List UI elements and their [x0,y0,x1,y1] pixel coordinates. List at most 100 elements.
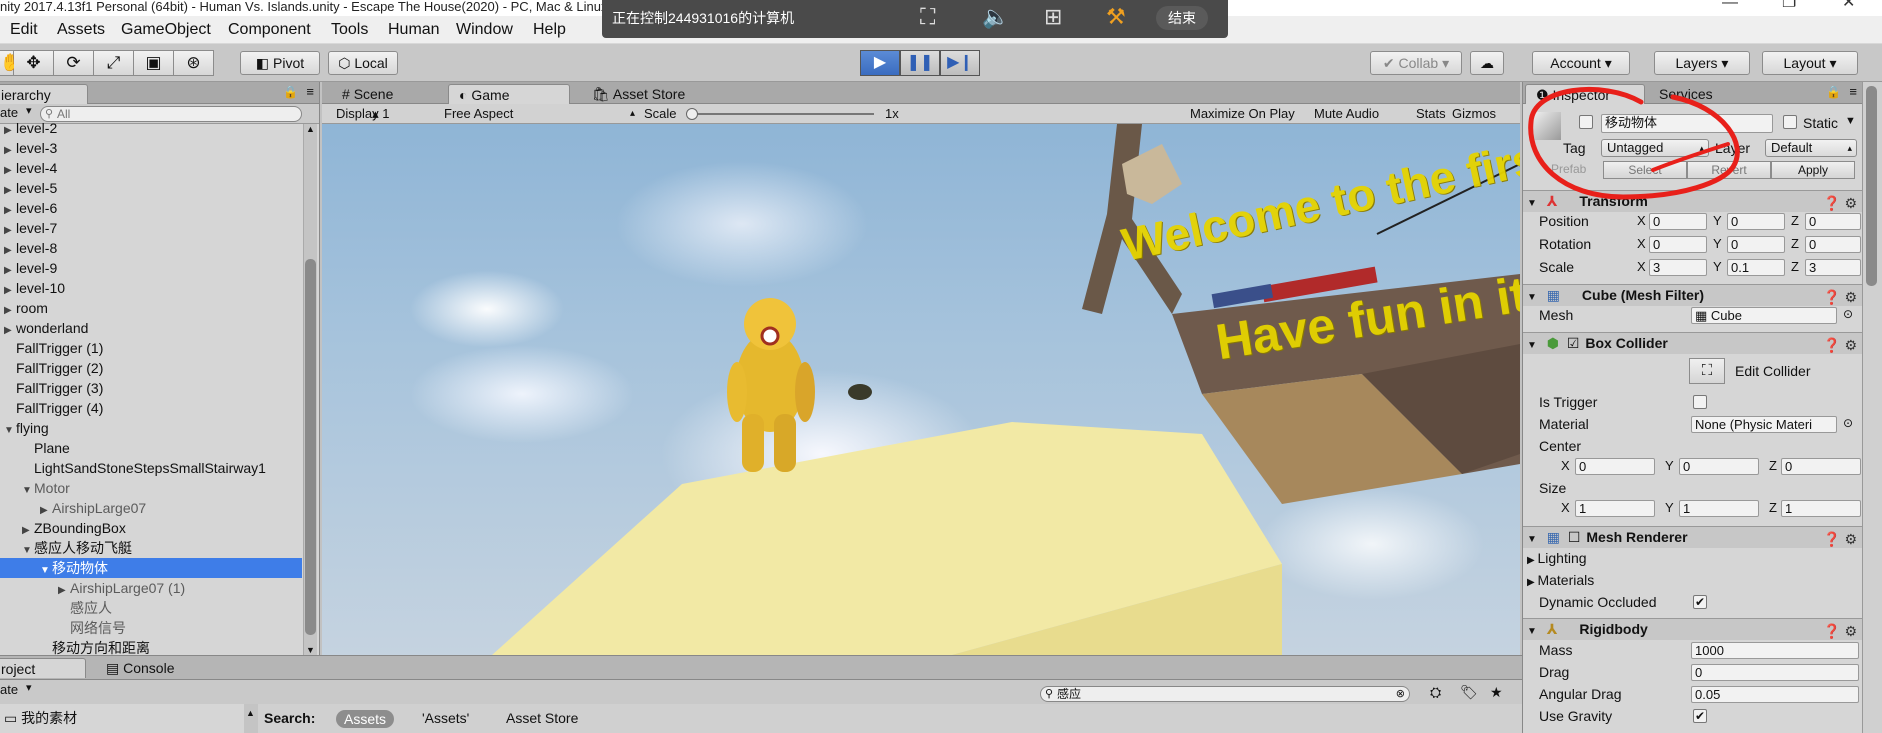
menu-gameobject[interactable]: GameObject [121,21,211,39]
layout-dropdown[interactable]: Layout ▾ [1762,51,1858,75]
position-z-field[interactable]: 0 [1805,213,1861,230]
rect-tool-icon[interactable]: ▣ [134,50,174,76]
transform-settings-icon[interactable]: ❓ ⚙ [1823,193,1857,214]
menu-edit[interactable]: Edit [10,21,38,39]
hierarchy-scrollbar[interactable]: ▲ ▼ [303,124,317,655]
mesh-field[interactable]: ▦ Cube [1691,307,1837,324]
mesh-filter-header[interactable]: ▼ ▦ Cube (Mesh Filter) ❓ ⚙ [1523,284,1862,306]
project-create-button[interactable]: ate [0,682,18,697]
prefab-revert-button[interactable]: Revert [1687,161,1771,179]
minimize-icon[interactable]: — [1722,0,1738,11]
hierarchy-row[interactable]: ▶ ZBoundingBox [0,518,302,538]
filter-asset-store[interactable]: Asset Store [506,704,578,732]
hierarchy-row[interactable]: ▼ flying [0,418,302,438]
mute-audio-toggle[interactable]: Mute Audio [1314,104,1379,123]
menu-help[interactable]: Help [533,21,566,39]
hierarchy-row[interactable]: ▶ level-4 [0,158,302,178]
mesh-filter-settings-icon[interactable]: ❓ ⚙ [1823,287,1857,308]
project-tree-scrollbar[interactable]: ▲ [244,704,258,733]
hierarchy-row[interactable]: 移动方向和距离 [0,638,302,655]
materials-foldout[interactable]: ▶ Materials [1527,572,1594,588]
favorite-icon[interactable]: ★ [1490,684,1503,701]
hierarchy-row[interactable]: Plane [0,438,302,458]
hierarchy-row[interactable]: ▶ AirshipLarge07 (1) [0,578,302,598]
panel-menu-icon[interactable]: ≡ [306,84,314,99]
tab-asset-store[interactable]: 🛍 Asset Store [582,84,695,104]
static-dropdown-icon[interactable]: ▼ [1845,115,1856,127]
hierarchy-row[interactable]: ▼ 移动物体 [0,558,302,578]
box-collider-header[interactable]: ▼ ⬢ ☑ Box Collider ❓ ⚙ [1523,332,1862,354]
hierarchy-row[interactable]: ▶ level-2 [0,118,302,138]
account-dropdown[interactable]: Account ▾ [1532,51,1630,75]
tab-project[interactable]: roject [0,658,86,678]
scale-tool-icon[interactable]: ⤢ [94,50,134,76]
pivot-toggle[interactable]: ◧ Pivot [240,51,320,75]
is-trigger-checkbox[interactable] [1693,395,1707,409]
foldout-icon[interactable]: ▼ [1527,340,1537,351]
hierarchy-row[interactable]: ▶ room [0,298,302,318]
mesh-renderer-header[interactable]: ▼ ▦ ☐ Mesh Renderer ❓ ⚙ [1523,526,1862,548]
hierarchy-row[interactable]: 感应人 [0,598,302,618]
position-y-field[interactable]: 0 [1727,213,1785,230]
lock-icon[interactable]: 🔒 [283,85,298,99]
size-y-field[interactable]: 1 [1679,500,1759,517]
center-x-field[interactable]: 0 [1575,458,1655,475]
hierarchy-scroll-thumb[interactable] [305,259,316,635]
menu-human[interactable]: Human [388,21,440,39]
transform-header[interactable]: ▼ ⅄ Transform ❓ ⚙ [1523,190,1862,212]
scale-x-field[interactable]: 3 [1649,259,1707,276]
tab-game[interactable]: ◐ Game [448,84,570,104]
menu-tools[interactable]: Tools [331,21,368,39]
hierarchy-row[interactable]: ▶ level-5 [0,178,302,198]
tab-hierarchy[interactable]: ierarchy [0,84,88,104]
mesh-renderer-settings-icon[interactable]: ❓ ⚙ [1823,529,1857,550]
active-checkbox[interactable] [1579,115,1593,129]
menu-window[interactable]: Window [456,21,513,39]
inspector-scrollbar[interactable] [1862,82,1882,733]
project-search-input[interactable]: ⚲ 感应 ⊗ [1040,686,1410,702]
hierarchy-row[interactable]: FallTrigger (4) [0,398,302,418]
static-checkbox[interactable] [1783,115,1797,129]
tab-console[interactable]: ▤ Console [96,658,185,678]
menu-assets[interactable]: Assets [57,21,105,39]
lighting-foldout[interactable]: ▶ Lighting [1527,550,1587,566]
mass-field[interactable]: 1000 [1691,642,1859,659]
pause-icon[interactable]: ❚❚ [900,50,940,76]
create-dropdown-icon[interactable]: ▾ [26,104,32,117]
filter-assets-folder[interactable]: 'Assets' [422,704,469,732]
foldout-icon[interactable]: ▼ [1527,198,1537,209]
transform-tool-icon[interactable]: ⊛ [174,50,214,76]
angular-drag-field[interactable]: 0.05 [1691,686,1859,703]
hierarchy-row[interactable]: ▶ level-3 [0,138,302,158]
hierarchy-row[interactable]: ▼ Motor [0,478,302,498]
close-icon[interactable]: ✕ [1842,0,1855,11]
folder-item[interactable]: ▭ 我的素材 [4,708,77,728]
drag-field[interactable]: 0 [1691,664,1859,681]
size-z-field[interactable]: 1 [1781,500,1861,517]
rotation-z-field[interactable]: 0 [1805,236,1861,253]
hierarchy-row[interactable]: FallTrigger (2) [0,358,302,378]
filter-assets-pill[interactable]: Assets [336,710,395,728]
position-x-field[interactable]: 0 [1649,213,1707,230]
prefab-select-button[interactable]: Select [1603,161,1687,179]
hand-tool-button[interactable]: ✋ [0,50,21,76]
game-viewport[interactable]: Welcome to the first ma Have fun in it [322,124,1520,655]
project-scroll-up-icon[interactable]: ▲ [246,708,255,718]
hierarchy-row[interactable]: FallTrigger (3) [0,378,302,398]
size-x-field[interactable]: 1 [1575,500,1655,517]
use-gravity-checkbox[interactable]: ✔ [1693,709,1707,723]
rigidbody-settings-icon[interactable]: ❓ ⚙ [1823,621,1857,642]
material-field[interactable]: None (Physic Materi [1691,416,1837,433]
project-create-dropdown-icon[interactable]: ▾ [26,681,32,694]
fullscreen-icon[interactable]: ⛶ [920,4,935,30]
search-by-type-icon[interactable]: ⛭ [1430,684,1441,701]
inspector-lock-icon[interactable]: 🔒 [1826,85,1841,99]
foldout-icon[interactable]: ▼ [1527,626,1537,637]
hierarchy-row[interactable]: ▼ 感应人移动飞艇 [0,538,302,558]
hierarchy-row[interactable]: ▶ level-9 [0,258,302,278]
local-toggle[interactable]: ⬡ Local [328,51,398,75]
hierarchy-row[interactable]: ▶ AirshipLarge07 [0,498,302,518]
scale-y-field[interactable]: 0.1 [1727,259,1785,276]
tab-scene[interactable]: # Scene [332,84,403,104]
object-name-input[interactable]: 移动物体 [1601,114,1773,133]
